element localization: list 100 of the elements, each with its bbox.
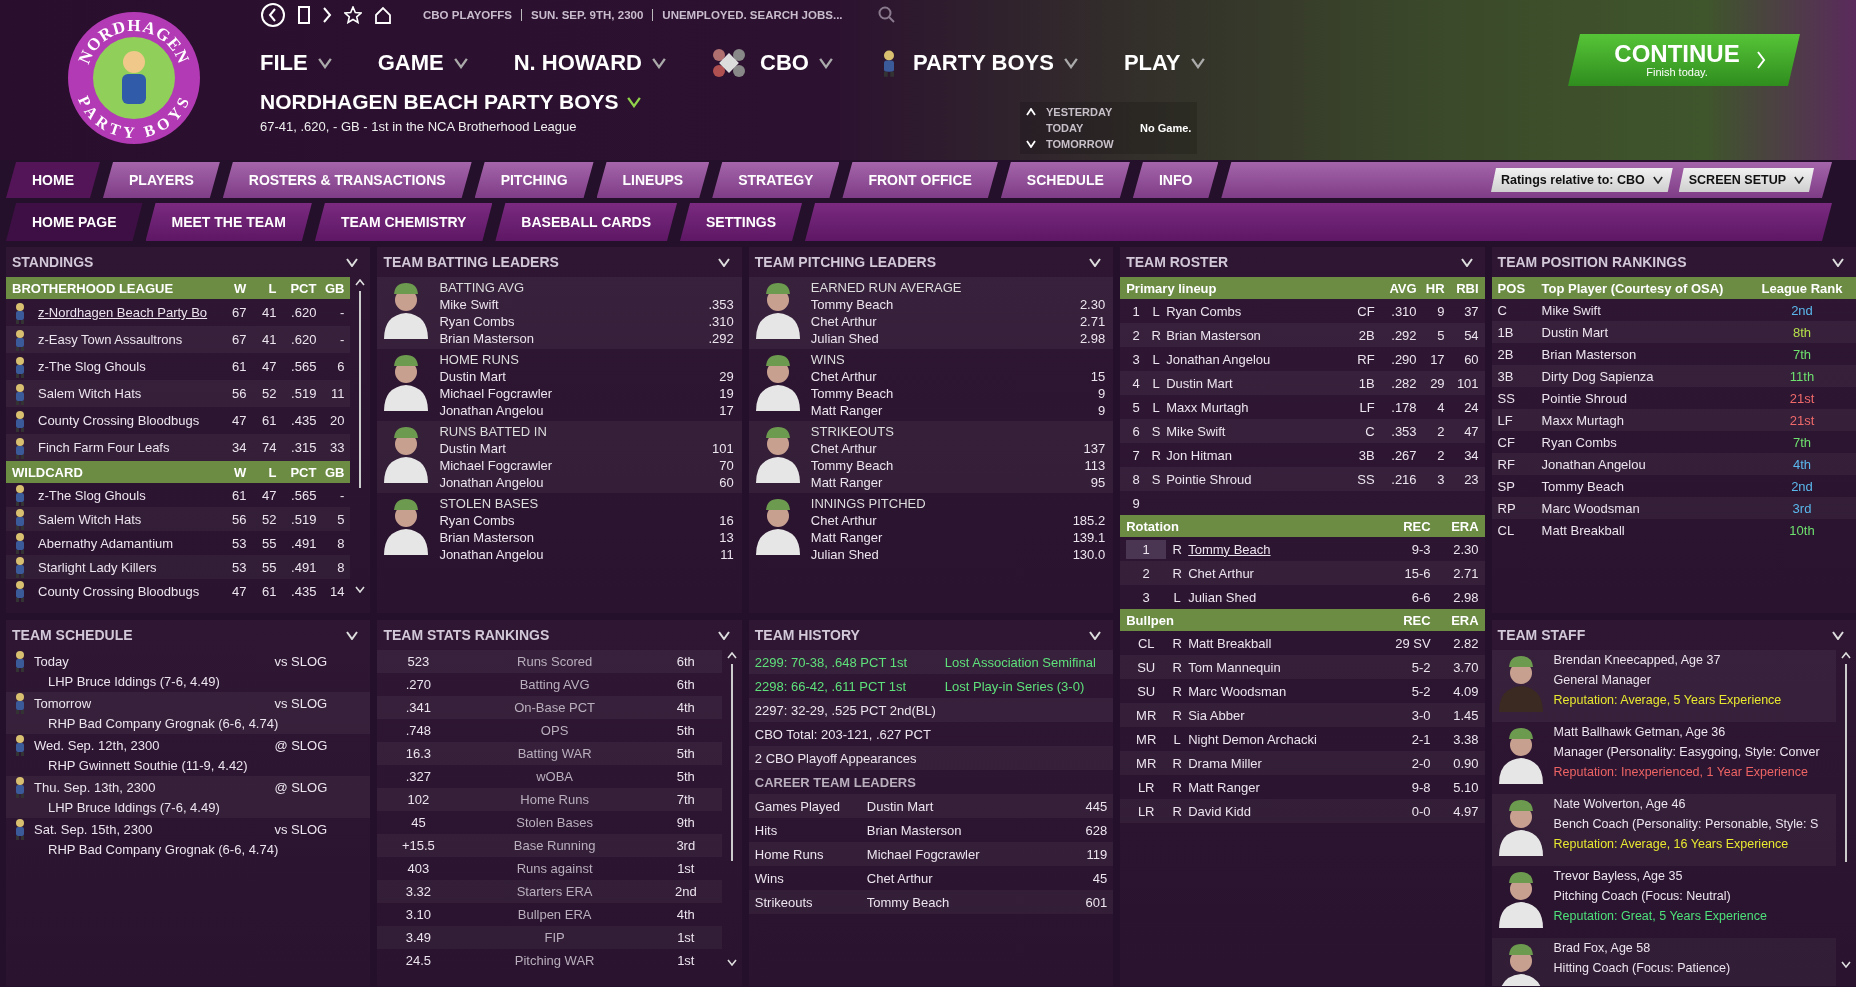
menu-button[interactable]: PARTY BOYS <box>912 50 1078 76</box>
player-name[interactable]: Matt Ranger <box>810 530 1073 545</box>
player-name[interactable]: Jonathan Angelou <box>1541 456 1754 472</box>
search-icon[interactable] <box>877 6 896 24</box>
player-name[interactable]: Ryan Combs <box>439 314 709 329</box>
player-name[interactable]: Ryan Combs <box>439 513 720 528</box>
menu-button[interactable]: N. HOWARD <box>513 50 666 76</box>
tab[interactable]: PLAYERS <box>103 162 220 198</box>
tab[interactable]: FRONT OFFICE <box>842 162 998 198</box>
player-name[interactable]: Marc Woodsman <box>1541 500 1754 516</box>
breadcrumb[interactable]: CBO PLAYOFFS <box>414 9 522 21</box>
player-name[interactable]: Michael Fogcrawler <box>439 386 720 401</box>
player-name[interactable]: Chet Arthur <box>1188 565 1375 581</box>
tab[interactable]: SCHEDULE <box>1000 162 1130 198</box>
subtab[interactable]: BASEBALL CARDS <box>495 203 677 241</box>
chevron-down-icon[interactable] <box>1190 57 1205 69</box>
tab[interactable]: LINEUPS <box>596 162 710 198</box>
chevron-down-icon[interactable] <box>1794 176 1804 184</box>
chevron-down-icon[interactable] <box>1652 176 1663 184</box>
player-name[interactable]: Tommy Beach <box>1188 541 1375 557</box>
dropdown-button[interactable]: Ratings relative to: CBO <box>1490 168 1673 192</box>
team-name[interactable]: Abernathy Adamantium <box>38 535 217 551</box>
team-name[interactable]: z-The Slog Ghouls <box>38 487 217 503</box>
team-name[interactable]: Finch Farm Four Leafs <box>38 440 217 455</box>
breadcrumb[interactable]: SUN. SEP. 9TH, 2300 <box>521 9 653 21</box>
player-name[interactable]: Jonathan Angelou <box>439 547 720 562</box>
tab[interactable]: PITCHING <box>474 162 594 198</box>
player-name[interactable]: Dustin Mart <box>439 369 720 384</box>
player-name[interactable]: Tommy Beach <box>1541 478 1754 494</box>
player-name[interactable]: Matt Breakball <box>1541 522 1754 538</box>
player-name[interactable]: Pointie Shroud <box>1541 390 1754 406</box>
tab[interactable]: STRATEGY <box>712 162 840 198</box>
player-name[interactable]: Brian Masterson <box>439 331 709 346</box>
player-name[interactable]: Dustin Mart <box>866 798 1058 814</box>
player-name[interactable]: Julian Shed <box>810 547 1073 562</box>
player-name[interactable]: Michael Fogcrawler <box>866 846 1058 862</box>
chevron-down-icon[interactable] <box>317 57 332 69</box>
menu-button[interactable]: CBO <box>760 50 833 76</box>
player-name[interactable]: Tom Mannequin <box>1188 659 1375 675</box>
player-name[interactable]: Maxx Murtagh <box>1541 412 1754 428</box>
player-name[interactable]: Ryan Combs <box>1166 303 1345 319</box>
scrollbar[interactable] <box>354 277 367 595</box>
player-name[interactable]: Chet Arthur <box>810 369 1091 384</box>
team-name[interactable]: z-Nordhagen Beach Party Bo <box>38 305 217 320</box>
chevron-down-icon[interactable] <box>1063 57 1078 69</box>
menu-button[interactable]: PLAY <box>1123 50 1205 76</box>
player-name[interactable]: Brian Masterson <box>866 822 1058 838</box>
team-name[interactable]: z-The Slog Ghouls <box>38 359 217 374</box>
home-icon[interactable] <box>374 6 392 24</box>
chevron-down-icon[interactable] <box>818 57 833 69</box>
player-name[interactable]: Chet Arthur <box>810 513 1073 528</box>
player-name[interactable]: Julian Shed <box>1188 589 1375 605</box>
forward-icon[interactable] <box>322 6 332 24</box>
player-name[interactable]: Tommy Beach <box>810 297 1080 312</box>
player-name[interactable]: Ryan Combs <box>1541 434 1754 450</box>
player-name[interactable]: Jon Hitman <box>1166 447 1345 463</box>
dropdown-button[interactable]: SCREEN SETUP <box>1678 168 1814 192</box>
caret-down-icon[interactable] <box>1026 140 1036 148</box>
team-name[interactable]: NORDHAGEN BEACH PARTY BOYS <box>260 90 619 114</box>
back-icon[interactable] <box>260 2 286 28</box>
player-name[interactable]: Julian Shed <box>810 331 1080 346</box>
staff-name[interactable]: Matt Ballhawk Getman, Age 36 <box>1553 724 1820 741</box>
player-name[interactable]: Brian Masterson <box>1166 327 1345 343</box>
player-name[interactable]: Maxx Murtagh <box>1166 399 1345 415</box>
subtab[interactable]: SETTINGS <box>680 203 802 241</box>
chevron-down-icon[interactable] <box>652 57 666 69</box>
menu-button[interactable]: GAME <box>377 50 468 76</box>
player-name[interactable]: Marc Woodsman <box>1188 683 1375 699</box>
bookmark-icon[interactable] <box>298 6 310 24</box>
player-name[interactable]: Matt Ranger <box>1188 779 1375 795</box>
player-name[interactable]: Jonathan Angelou <box>439 475 713 490</box>
player-name[interactable]: Mike Swift <box>1541 302 1754 318</box>
player-name[interactable]: Mike Swift <box>1166 423 1345 439</box>
player-name[interactable]: Brian Masterson <box>439 530 720 545</box>
player-name[interactable]: Matt Breakball <box>1188 635 1375 651</box>
staff-name[interactable]: Brendan Kneecapped, Age 37 <box>1553 652 1782 669</box>
player-name[interactable]: Tommy Beach <box>810 386 1091 401</box>
chevron-down-icon[interactable] <box>626 96 641 108</box>
scrollbar[interactable] <box>1840 650 1852 970</box>
player-name[interactable]: Night Demon Archacki <box>1188 731 1375 747</box>
tab[interactable]: INFO <box>1132 162 1219 198</box>
player-name[interactable]: Dirty Dog Sapienza <box>1541 368 1754 384</box>
team-name[interactable]: Salem Witch Hats <box>38 511 217 527</box>
subtab[interactable]: HOME PAGE <box>6 203 143 241</box>
team-name[interactable]: Salem Witch Hats <box>38 386 217 401</box>
tab[interactable]: ROSTERS & TRANSACTIONS <box>222 162 472 198</box>
player-name[interactable]: Dustin Mart <box>1541 324 1754 340</box>
player-name[interactable]: Matt Ranger <box>810 403 1091 418</box>
subtab[interactable]: MEET THE TEAM <box>145 203 312 241</box>
player-name[interactable]: David Kidd <box>1188 803 1375 819</box>
player-name[interactable]: Drama Miller <box>1188 755 1375 771</box>
player-name[interactable]: Jonathan Angelou <box>439 403 720 418</box>
star-icon[interactable] <box>344 6 362 24</box>
day-link[interactable]: TOMORROW <box>1046 138 1136 150</box>
player-name[interactable]: Dustin Mart <box>1166 375 1345 391</box>
staff-name[interactable]: Nate Wolverton, Age 46 <box>1553 796 1819 813</box>
player-name[interactable]: Chet Arthur <box>810 441 1084 456</box>
player-name[interactable]: Brian Masterson <box>1541 346 1754 362</box>
subtab[interactable]: TEAM CHEMISTRY <box>314 203 493 241</box>
breadcrumb[interactable]: UNEMPLOYED. SEARCH JOBS... <box>652 9 852 21</box>
